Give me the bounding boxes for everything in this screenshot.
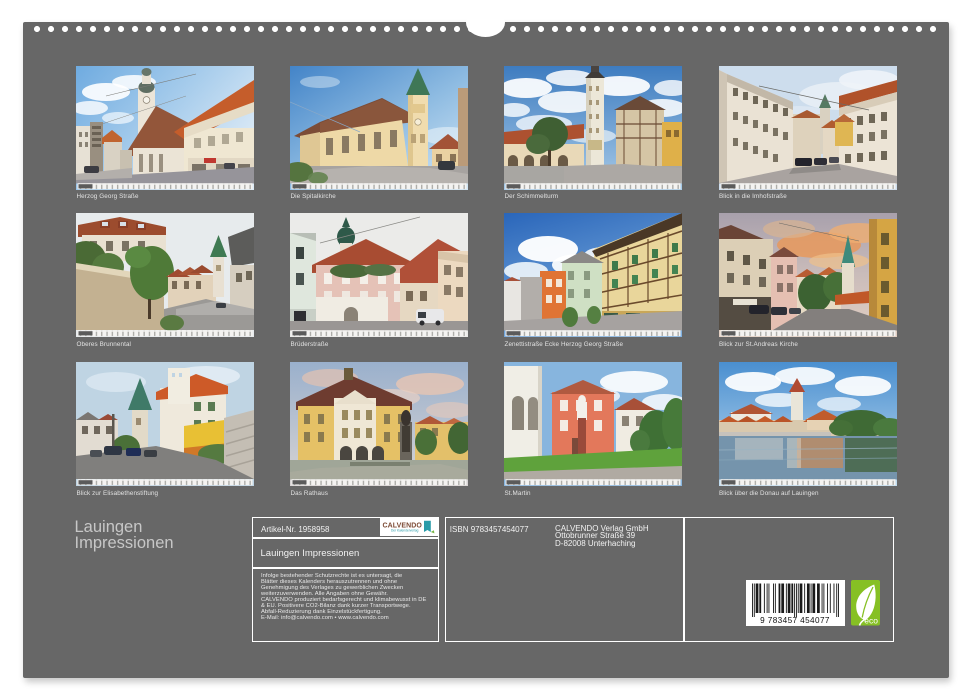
svg-text:Der Kalenderverlag: Der Kalenderverlag <box>391 529 419 533</box>
svg-text:eco: eco <box>864 616 878 626</box>
svg-text:9 783457 454077: 9 783457 454077 <box>760 616 830 625</box>
